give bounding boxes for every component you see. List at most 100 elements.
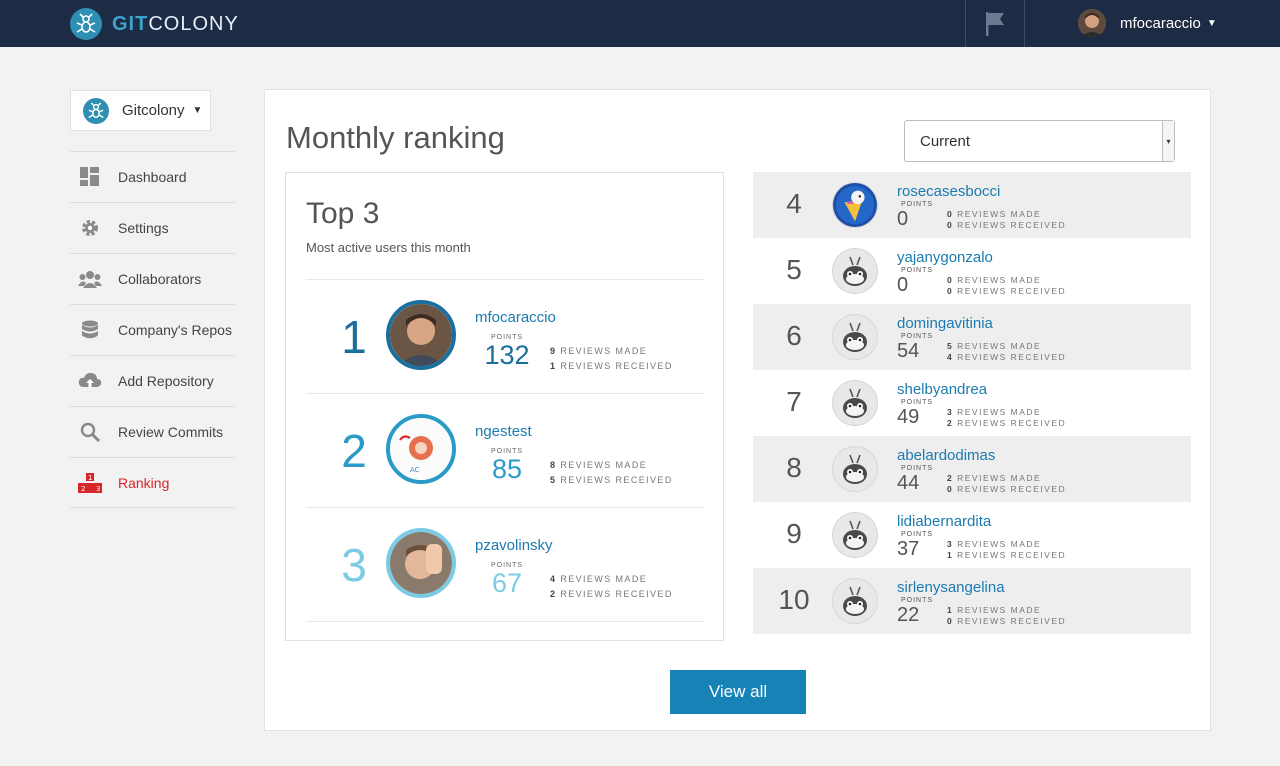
- period-select-value: Current: [920, 132, 971, 150]
- user-link[interactable]: ngestest: [475, 423, 532, 440]
- reviews-received-count: 0: [947, 616, 954, 626]
- notifications-button[interactable]: [966, 0, 1024, 47]
- sidebar-item-label: Dashboard: [118, 169, 187, 185]
- reviews-received-label: REVIEWS RECEIVED: [957, 418, 1067, 428]
- rank-number: 4: [786, 188, 802, 219]
- user-link[interactable]: domingavitinia: [897, 315, 993, 332]
- reviews-made-count: 0: [947, 275, 954, 285]
- reviews-made-count: 2: [947, 473, 954, 483]
- gitcolony-logo[interactable]: GITCOLONY: [70, 8, 239, 40]
- top3-subtitle: Most active users this month: [306, 240, 471, 255]
- rank-number: 5: [786, 254, 802, 285]
- review-stats: 3 REVIEWS MADE 1 REVIEWS RECEIVED: [947, 539, 1066, 561]
- database-icon: [78, 318, 102, 342]
- review-stats: 4 REVIEWS MADE 2 REVIEWS RECEIVED: [550, 572, 673, 602]
- user-link[interactable]: pzavolinsky: [475, 537, 553, 554]
- avatar[interactable]: [386, 528, 456, 598]
- ranking-list: 4 rosecasesbocci POINTS 0 0 REVIEWS MADE 0 RE…: [753, 172, 1191, 634]
- reviews-made-label: REVIEWS MADE: [957, 209, 1042, 219]
- points-label: POINTS: [901, 597, 934, 604]
- user-link[interactable]: abelardodimas: [897, 447, 995, 464]
- sidebar-item-label: Collaborators: [118, 271, 202, 287]
- sidebar-item-ranking[interactable]: 12 3 Ranking: [70, 457, 235, 508]
- view-all-button[interactable]: View all: [670, 670, 806, 714]
- reviews-received-count: 1: [947, 550, 954, 560]
- page-title: Monthly ranking: [286, 120, 505, 155]
- top3-row: 3 pzavolinsky POINTS 67 4 REVIEWS MADE 2…: [306, 507, 704, 621]
- user-link[interactable]: rosecasesbocci: [897, 183, 1000, 200]
- select-arrows-icon: ▾: [1162, 121, 1174, 161]
- reviews-made-label: REVIEWS MADE: [957, 473, 1042, 483]
- avatar[interactable]: [386, 300, 456, 370]
- ranking-row: 9 lidiabernardita POINTS 37 3 REVIEWS MADE 1 …: [753, 502, 1191, 568]
- reviews-received-count: 0: [947, 220, 954, 230]
- svg-text:1: 1: [88, 474, 92, 482]
- divider: [306, 621, 704, 622]
- avatar[interactable]: [832, 380, 878, 426]
- ranking-icon: 12 3: [78, 471, 102, 495]
- review-stats: 2 REVIEWS MADE 0 REVIEWS RECEIVED: [947, 473, 1066, 495]
- avatar[interactable]: [832, 512, 878, 558]
- top3-row: 2 AC ngestest POINTS 85 8 REVIEWS MADE 5…: [306, 393, 704, 507]
- reviews-received-count: 5: [550, 475, 557, 485]
- avatar[interactable]: [832, 446, 878, 492]
- avatar[interactable]: [832, 248, 878, 294]
- reviews-made-label: REVIEWS MADE: [957, 605, 1042, 615]
- cloud-upload-icon: [78, 369, 102, 393]
- ranking-row: 5 yajanygonzalo POINTS 0 0 REVIEWS MADE 0 REV…: [753, 238, 1191, 304]
- rank-number: 6: [786, 320, 802, 351]
- avatar[interactable]: [832, 182, 878, 228]
- avatar[interactable]: [832, 314, 878, 360]
- brand-wordmark: GITCOLONY: [112, 13, 239, 36]
- reviews-made-label: REVIEWS MADE: [560, 574, 648, 584]
- sidebar-item-settings[interactable]: Settings: [70, 202, 235, 253]
- organization-name: Gitcolony: [122, 102, 185, 119]
- sidebar-item-add-repository[interactable]: Add Repository: [70, 355, 235, 406]
- avatar[interactable]: AC: [386, 414, 456, 484]
- reviews-made-count: 3: [947, 407, 954, 417]
- svg-text:3: 3: [96, 485, 100, 493]
- user-link[interactable]: shelbyandrea: [897, 381, 987, 398]
- top-navbar: GITCOLONY mfocaraccio ▼: [0, 0, 1280, 47]
- reviews-received-count: 1: [550, 361, 557, 371]
- sidebar-item-label: Add Repository: [118, 373, 214, 389]
- ant-logo-icon: [83, 97, 109, 124]
- sidebar-item-dashboard[interactable]: Dashboard: [70, 151, 235, 202]
- organization-selector[interactable]: Gitcolony ▼: [70, 90, 211, 131]
- reviews-made-label: REVIEWS MADE: [957, 275, 1042, 285]
- user-link[interactable]: lidiabernardita: [897, 513, 991, 530]
- review-stats: 0 REVIEWS MADE 0 REVIEWS RECEIVED: [947, 275, 1066, 297]
- sidebar-item-review-commits[interactable]: Review Commits: [70, 406, 235, 457]
- user-menu[interactable]: mfocaraccio ▼: [1078, 9, 1217, 37]
- points-label: POINTS: [901, 465, 934, 472]
- rank-number: 2: [341, 425, 367, 477]
- reviews-made-count: 9: [550, 346, 557, 356]
- points-label: POINTS: [901, 201, 934, 208]
- points-label: POINTS: [901, 531, 934, 538]
- ant-logo-icon: [70, 8, 102, 40]
- user-link[interactable]: yajanygonzalo: [897, 249, 993, 266]
- rank-number: 3: [341, 539, 367, 591]
- points-value: 85: [491, 454, 523, 484]
- points-value: 37: [897, 538, 920, 560]
- reviews-received-label: REVIEWS RECEIVED: [560, 361, 673, 371]
- points-block: POINTS 132: [484, 334, 530, 369]
- avatar[interactable]: [832, 578, 878, 624]
- reviews-received-count: 4: [947, 352, 954, 362]
- user-link[interactable]: sirlenysangelina: [897, 579, 1005, 596]
- reviews-received-label: REVIEWS RECEIVED: [957, 220, 1067, 230]
- period-select[interactable]: Current ▾: [904, 120, 1175, 162]
- review-stats: 0 REVIEWS MADE 0 REVIEWS RECEIVED: [947, 209, 1066, 231]
- points-block: POINTS 85: [484, 448, 530, 483]
- rank-number: 9: [786, 518, 802, 549]
- sidebar-item-companys-repos[interactable]: Company's Repos: [70, 304, 235, 355]
- points-value: 0: [897, 274, 909, 296]
- points-block: POINTS 67: [484, 562, 530, 597]
- points-value: 132: [484, 340, 530, 370]
- points-value: 44: [897, 472, 920, 494]
- reviews-made-label: REVIEWS MADE: [957, 407, 1042, 417]
- reviews-made-count: 5: [947, 341, 954, 351]
- sidebar-item-collaborators[interactable]: Collaborators: [70, 253, 235, 304]
- user-link[interactable]: mfocaraccio: [475, 309, 556, 326]
- reviews-received-label: REVIEWS RECEIVED: [957, 550, 1067, 560]
